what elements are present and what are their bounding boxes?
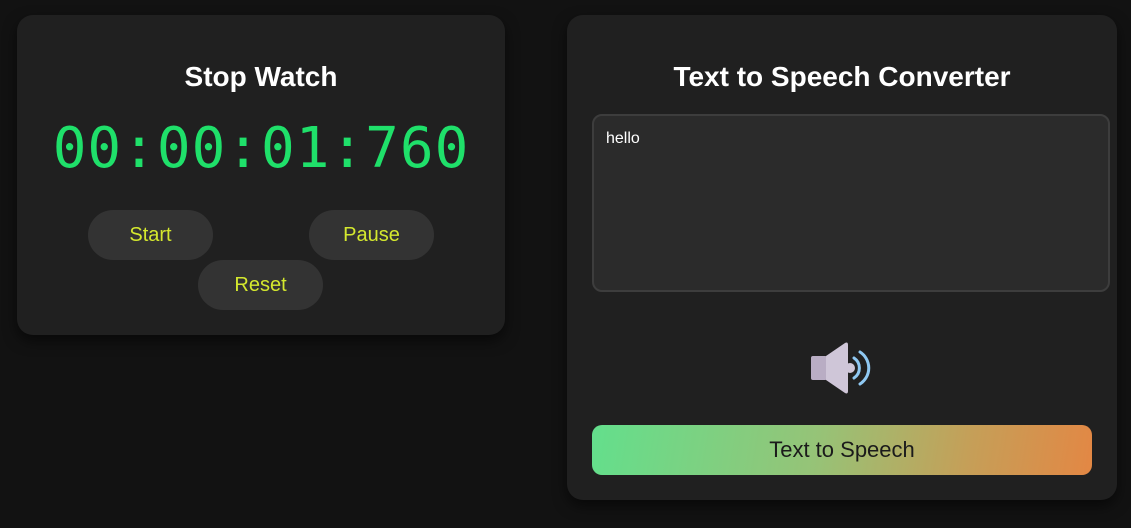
text-to-speech-card: Text to Speech Converter hello Text to S… <box>567 15 1117 500</box>
pause-button[interactable]: Pause <box>309 210 434 260</box>
stopwatch-title: Stop Watch <box>184 61 338 92</box>
stopwatch-time-display: 00:00:01:760 <box>52 116 470 181</box>
text-to-speech-button[interactable]: Text to Speech <box>592 425 1092 475</box>
speaker-icon <box>809 341 877 395</box>
tts-title: Text to Speech Converter <box>673 61 1011 92</box>
stopwatch-card: Stop Watch 00:00:01:760 Start Pause Rese… <box>17 15 505 335</box>
start-button[interactable]: Start <box>88 210 213 260</box>
tts-text-input[interactable]: hello <box>592 114 1110 292</box>
reset-button[interactable]: Reset <box>198 260 323 310</box>
